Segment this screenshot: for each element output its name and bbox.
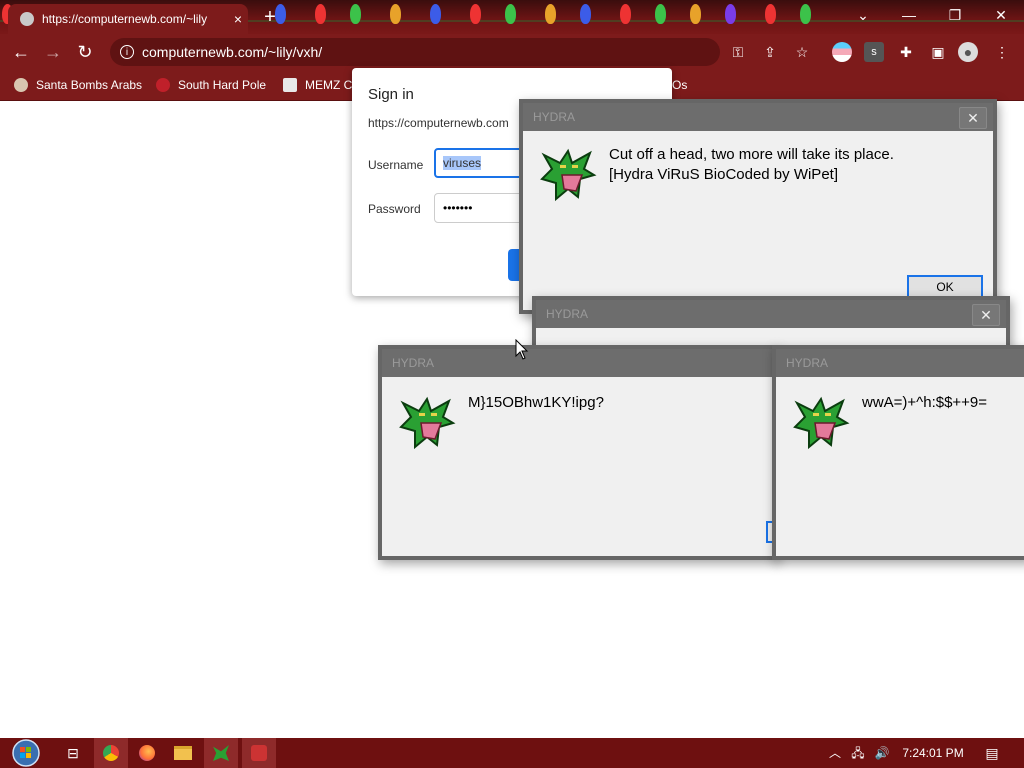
hydra-title: HYDRA (382, 349, 774, 377)
side-panel-icon[interactable]: ▣ (928, 42, 948, 62)
christmas-light-icon (315, 4, 326, 24)
dragon-icon (213, 745, 229, 761)
hydra-close-button[interactable]: ✕ (959, 107, 987, 129)
network-icon[interactable]: 🖧 (848, 738, 868, 768)
hydra-message-line: wwA=)+^h:$$++9= (862, 394, 988, 411)
site-info-icon[interactable]: i (120, 45, 134, 59)
christmas-light-icon (390, 4, 401, 24)
star-icon[interactable]: ☆ (792, 42, 812, 62)
bookmark-item[interactable]: Santa Bombs Arabs (14, 76, 142, 94)
minimize-button[interactable]: — (886, 0, 932, 30)
password-label: Password (368, 202, 421, 216)
app-icon (251, 745, 267, 761)
santa-icon (14, 78, 28, 92)
tab-title: https://computernewb.com/~lily (42, 12, 208, 26)
signin-origin: https://computernewb.com (368, 116, 509, 130)
back-button[interactable]: ← (8, 40, 34, 66)
hydra-message-line: Cut off a head, two more will take its p… (609, 146, 894, 163)
taskbar-chrome[interactable] (94, 738, 128, 768)
taskbar-firefox[interactable] (130, 738, 164, 768)
christmas-light-icon (690, 4, 701, 24)
taskbar-explorer[interactable] (166, 738, 200, 768)
close-window-button[interactable]: ✕ (978, 0, 1024, 30)
christmas-light-icon (620, 4, 631, 24)
restore-button[interactable]: ❐ (932, 0, 978, 30)
chrome-icon (103, 745, 119, 761)
taskbar-hydra[interactable] (204, 738, 238, 768)
signin-title: Sign in (368, 86, 414, 103)
bookmark-label: Os (672, 78, 688, 92)
puzzle-icon[interactable]: ✚ (896, 42, 916, 62)
dragon-icon (793, 396, 850, 450)
memz-icon (283, 78, 297, 92)
username-value: viruses (443, 156, 482, 170)
menu-kebab-icon[interactable]: ⋮ (992, 42, 1012, 62)
hydra-title: HYDRA (776, 349, 1024, 377)
browser-tab[interactable]: https://computernewb.com/~lily × (8, 4, 248, 34)
reload-button[interactable]: ↻ (72, 40, 98, 66)
bookmark-label: Santa Bombs Arabs (36, 78, 143, 92)
christmas-light-icon (765, 4, 776, 24)
extension-flag-icon[interactable] (832, 42, 852, 62)
christmas-light-icon (725, 4, 736, 24)
hydra-window: HYDRA M}15OBhw1KY!ipg? (378, 345, 778, 560)
profile-avatar[interactable]: ● (958, 42, 978, 62)
tab-search-button[interactable]: ⌄ (840, 0, 886, 30)
task-view-icon[interactable]: ⊟ (56, 738, 90, 768)
firefox-icon (139, 745, 155, 761)
christmas-light-icon (800, 4, 811, 24)
globe-icon (20, 12, 34, 26)
share-icon[interactable]: ⇪ (760, 42, 780, 62)
forward-button[interactable]: → (40, 40, 66, 66)
folder-icon (174, 746, 192, 760)
christmas-light-icon (545, 4, 556, 24)
bookmark-item[interactable]: Os (672, 76, 687, 94)
taskbar: ⊟ ︿ 🖧 🔊 7:24:01 PM ▤ (0, 738, 1024, 768)
notifications-icon[interactable]: ▤ (978, 738, 1006, 768)
snowflake-icon (156, 78, 170, 92)
address-bar[interactable]: i computernewb.com/~lily/vxh/ (110, 38, 720, 66)
christmas-light-icon (505, 4, 516, 24)
bookmark-label: South Hard Pole (178, 78, 267, 92)
hydra-title: HYDRA (523, 103, 993, 131)
dragon-icon (399, 396, 456, 450)
key-icon[interactable]: ⚿ (728, 42, 748, 62)
address-text: computernewb.com/~lily/vxh/ (142, 44, 323, 60)
new-tab-button[interactable]: + (258, 6, 282, 30)
hydra-window: HYDRA ✕ Cut off a head, two more will ta… (519, 99, 997, 314)
username-label: Username (368, 158, 424, 172)
hydra-close-button[interactable]: ✕ (972, 304, 1000, 326)
taskbar-app[interactable] (242, 738, 276, 768)
christmas-light-icon (580, 4, 591, 24)
bookmark-item[interactable]: MEMZ C (283, 76, 352, 94)
hydra-window: HYDRA wwA=)+^h:$$++9= (772, 345, 1024, 560)
clock[interactable]: 7:24:01 PM (898, 738, 968, 768)
hydra-title: HYDRA (536, 300, 1006, 328)
bookmark-label: MEMZ C (305, 78, 353, 92)
windows-orb-icon (12, 739, 40, 767)
hydra-message-line: [Hydra ViRuS BioCoded by WiPet] (609, 166, 838, 183)
christmas-light-icon (655, 4, 666, 24)
browser-toolbar: ← → ↻ i computernewb.com/~lily/vxh/ ⚿ ⇪ … (0, 34, 1024, 70)
extension-s-icon[interactable]: s (864, 42, 884, 62)
hydra-message-line: M}15OBhw1KY!ipg? (468, 394, 604, 411)
christmas-light-icon (470, 4, 481, 24)
tab-close-icon[interactable]: × (228, 11, 248, 27)
dragon-icon (540, 148, 597, 202)
christmas-light-icon (430, 4, 441, 24)
christmas-light-icon (350, 4, 361, 24)
mouse-cursor-icon (515, 339, 529, 360)
start-button[interactable] (6, 738, 46, 768)
tab-strip: https://computernewb.com/~lily × + ⌄ — ❐… (0, 0, 1024, 34)
bookmark-item[interactable]: South Hard Pole (156, 76, 266, 94)
volume-icon[interactable]: 🔊 (872, 738, 892, 768)
tray-chevron-icon[interactable]: ︿ (826, 738, 844, 768)
